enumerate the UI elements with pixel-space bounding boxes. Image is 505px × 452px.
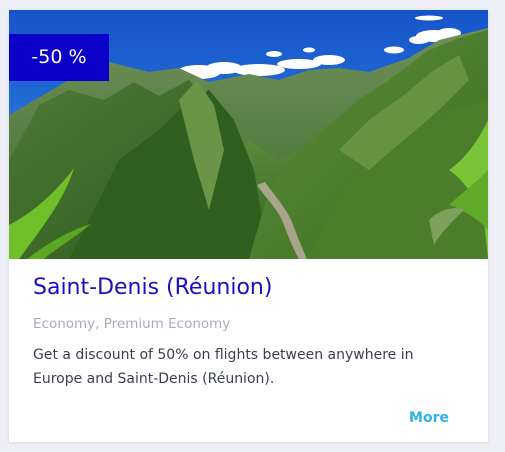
discount-badge: -50 % bbox=[9, 34, 109, 81]
offer-title: Saint-Denis (Réunion) bbox=[33, 275, 273, 300]
offer-card[interactable]: -50 % Saint-Denis (Réunion) Economy, Pre… bbox=[9, 10, 488, 442]
more-link[interactable]: More bbox=[409, 408, 449, 428]
offer-description: Get a discount of 50% on flights between… bbox=[33, 347, 414, 387]
destination-photo: -50 % bbox=[9, 10, 488, 259]
travel-classes: Economy, Premium Economy bbox=[33, 316, 231, 332]
